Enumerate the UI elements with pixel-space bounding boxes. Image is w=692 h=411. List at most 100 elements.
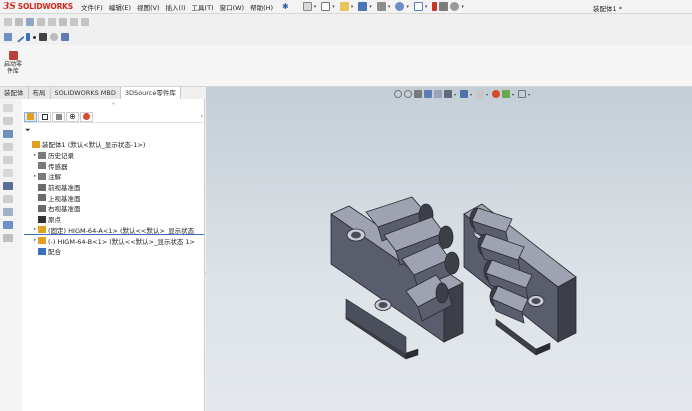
tree-item-label: 装配体1 (默认<默认_显示状态-1>) <box>42 141 146 150</box>
tree-item-icon <box>38 194 46 202</box>
layout-icon[interactable] <box>15 18 23 26</box>
left-task-bar <box>0 99 22 411</box>
panel-tab-bar: ⊕ › <box>24 111 203 123</box>
tree-item[interactable]: 配合 <box>22 246 205 257</box>
feature-tree: 装配体1 (默认<默认_显示状态-1>) ▸ 历史记录 传感器 ▸ 注解前视基准面 上视基准… <box>22 139 205 257</box>
menu-item[interactable]: 窗口(W) <box>217 2 248 12</box>
feature-manager-tab-icon[interactable] <box>24 111 37 122</box>
new-document-icon[interactable] <box>321 2 331 11</box>
tree-item-label: 历史记录 <box>48 152 74 161</box>
command-manager-tab[interactable]: SOLIDWORKS MBD <box>51 87 121 99</box>
axis-icon[interactable] <box>26 33 30 41</box>
move-icon[interactable] <box>39 33 47 41</box>
tree-item[interactable]: ▸ 历史记录 <box>22 150 205 161</box>
property-manager-tab-icon[interactable] <box>38 111 51 122</box>
tree-item-label: (-) HIGM-64-B<1> (默认<<默认>_显示状态 1> <box>48 237 195 246</box>
pin-icon[interactable]: ✱ <box>282 2 289 11</box>
main-menu: 文件(F) 编辑(E) 视图(V) 插入(I) 工具(T) 窗口(W) 帮助(H) <box>78 2 276 12</box>
rollback-bar[interactable] <box>24 234 204 235</box>
section-icon[interactable] <box>3 156 13 164</box>
tree-item-icon <box>38 204 46 212</box>
undo-icon[interactable] <box>395 2 405 11</box>
menu-item[interactable]: 工具(T) <box>189 2 217 12</box>
point-icon[interactable] <box>33 35 36 39</box>
graphics-area[interactable]: ▾ ▾ ▾ ▾ ▾ <box>206 87 692 411</box>
standard-toolbar-row-2 <box>0 30 69 44</box>
collapse-handle-icon[interactable]: « <box>112 101 115 107</box>
menu-item[interactable]: 文件(F) <box>78 2 106 12</box>
tree-item-label: 传感器 <box>48 162 68 171</box>
chevron-right-icon[interactable]: › <box>201 113 203 120</box>
menu-item[interactable]: 视图(V) <box>134 2 163 12</box>
scene-icon[interactable] <box>3 195 13 203</box>
hinge-assembly-model[interactable] <box>206 87 692 411</box>
layout-sketch-icon[interactable] <box>3 234 13 242</box>
start-part-library-button[interactable]: 启动零 件库 <box>2 51 24 75</box>
tree-item-label: 右视基准面 <box>48 205 81 214</box>
hinge-part-b[interactable] <box>463 203 577 356</box>
menu-item[interactable]: 编辑(E) <box>106 2 134 12</box>
part-icon[interactable] <box>4 33 12 41</box>
tree-item-label: 前视基准面 <box>48 184 81 193</box>
home-icon[interactable] <box>302 2 312 11</box>
display-manager-tab-icon[interactable] <box>80 111 93 122</box>
tree-item[interactable]: 原点 <box>22 214 205 225</box>
start-button-line2: 件库 <box>6 68 19 75</box>
print-icon[interactable] <box>376 2 386 11</box>
tree-item[interactable]: 前视基准面 <box>22 182 205 193</box>
grid-icon[interactable] <box>4 18 12 26</box>
evaluate-icon[interactable] <box>3 169 13 177</box>
feature-icon[interactable] <box>3 117 13 125</box>
open-icon[interactable] <box>339 2 349 11</box>
tree-item[interactable]: ▸ 注解 <box>22 171 205 182</box>
document-title: 装配体1 * <box>593 5 622 13</box>
save-icon[interactable] <box>358 2 368 11</box>
mate-icon[interactable] <box>59 18 67 26</box>
pattern-icon[interactable] <box>70 18 78 26</box>
command-manager-tab[interactable]: 装配体 <box>0 87 29 99</box>
tree-item-label: 原点 <box>48 216 61 225</box>
tree-item[interactable]: ▸ (-) HIGM-64-B<1> (默认<<默认>_显示状态 1> <box>22 235 205 246</box>
tree-item[interactable]: 上视基准面 <box>22 192 205 203</box>
toolbar-icon[interactable] <box>26 18 34 26</box>
tree-item-icon <box>32 140 40 148</box>
configuration-manager-tab-icon[interactable] <box>52 111 65 122</box>
standard-toolbar-row-1 <box>0 15 89 29</box>
assembly-icon[interactable] <box>3 130 13 138</box>
command-manager-tab[interactable]: 3DSource零件库 <box>120 87 181 99</box>
explode-icon[interactable] <box>81 18 89 26</box>
select-icon[interactable] <box>413 2 423 11</box>
tree-item[interactable]: 装配体1 (默认<默认_显示状态-1>) <box>22 139 205 150</box>
move-component-icon[interactable] <box>3 208 13 216</box>
title-menu-bar: 3S SOLIDWORKS 文件(F) 编辑(E) 视图(V) 插入(I) 工具(T) 窗… <box>0 0 692 14</box>
smart-fastener-icon[interactable] <box>3 221 13 229</box>
tree-item-icon <box>38 215 46 223</box>
dimxpert-tab-icon[interactable]: ⊕ <box>66 111 79 122</box>
quick-access-toolbar: ▾ ▾ ▾ ▾ ▾ ▾ ▾ ▾ <box>302 2 467 11</box>
tree-item[interactable]: 传感器 <box>22 160 205 171</box>
command-manager-tab[interactable]: 布局 <box>29 87 51 99</box>
ds-logo-mark: 3S <box>3 1 16 12</box>
tree-item-icon <box>38 183 46 191</box>
appearance-icon[interactable] <box>3 182 13 190</box>
menu-item[interactable]: 帮助(H) <box>247 2 276 12</box>
insert-icon[interactable] <box>48 18 56 26</box>
component-icon[interactable] <box>37 18 45 26</box>
view-icon[interactable] <box>61 33 69 41</box>
sketch-icon[interactable] <box>3 104 13 112</box>
rotate-icon[interactable] <box>50 33 58 41</box>
command-manager: 启动零 件库 <box>0 45 692 87</box>
menu-item[interactable]: 插入(I) <box>163 2 189 12</box>
file-properties-icon[interactable] <box>439 2 449 11</box>
display-icon[interactable] <box>3 143 13 151</box>
options-gear-icon[interactable] <box>450 2 460 11</box>
tree-item[interactable]: 右视基准面 <box>22 203 205 214</box>
filter-icon[interactable]: ⏷ <box>25 126 31 135</box>
tree-item-icon <box>38 172 46 180</box>
start-button-line1: 启动零 <box>3 61 22 68</box>
traffic-light-icon[interactable] <box>432 2 438 11</box>
tree-item-icon <box>38 162 46 170</box>
hinge-part-a[interactable] <box>330 196 464 360</box>
line-icon[interactable] <box>13 31 25 43</box>
solidworks-logo[interactable]: 3S SOLIDWORKS <box>0 0 78 14</box>
